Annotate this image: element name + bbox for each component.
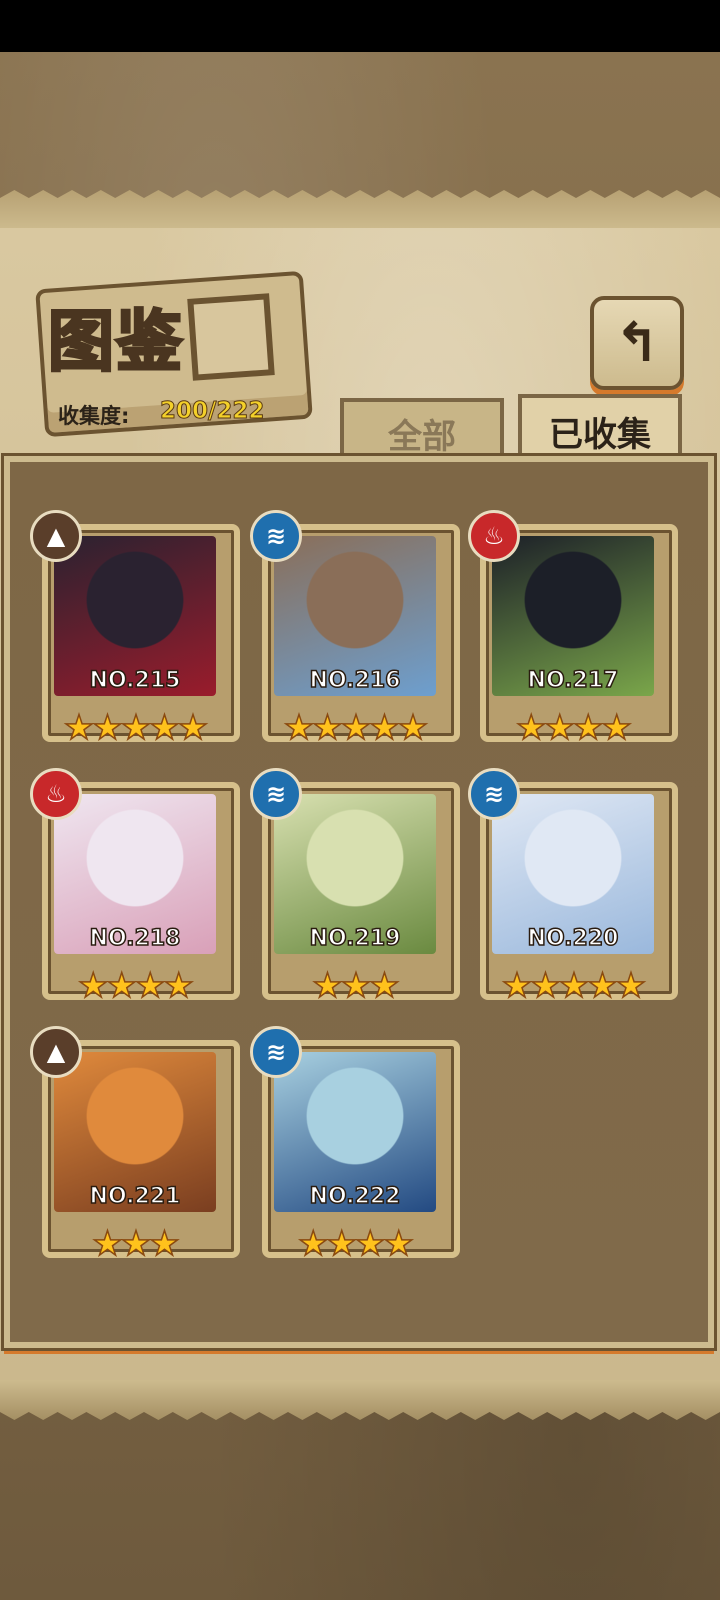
water-waves-icon: ≋	[250, 1026, 302, 1078]
card-number: NO.218	[89, 925, 181, 952]
tab-all[interactable]: 全部	[340, 398, 504, 464]
character-card[interactable]: NO.221 ★★★ ▲	[30, 1026, 240, 1272]
star-rating: ★★★★★	[501, 965, 647, 1007]
tab-collected[interactable]: 已收集	[518, 394, 682, 464]
mountain-icon: ▲	[30, 510, 82, 562]
card-number: NO.216	[309, 667, 401, 694]
page-title: 图鉴	[47, 301, 184, 382]
back-button[interactable]: ↰	[590, 296, 684, 390]
card-number: NO.221	[89, 1183, 181, 1210]
water-waves-icon: ≋	[250, 510, 302, 562]
parchment-edge-top	[0, 190, 720, 230]
star-rating: ★★★★	[77, 965, 194, 1007]
character-card[interactable]: NO.215 ★★★★★ ▲	[30, 510, 240, 756]
collection-progress: 200/222	[159, 398, 265, 425]
card-number: NO.220	[527, 925, 619, 952]
character-card[interactable]: NO.217 ★★★★ ♨	[468, 510, 678, 756]
flame-icon: ♨	[468, 510, 520, 562]
status-bar	[0, 0, 720, 52]
back-arrow-icon: ↰	[614, 311, 660, 374]
star-rating: ★★★	[312, 965, 401, 1007]
mountain-icon: ▲	[30, 1026, 82, 1078]
collection-label: 收集度:	[58, 404, 130, 428]
card-number: NO.219	[309, 925, 401, 952]
character-card[interactable]: NO.222 ★★★★ ≋	[250, 1026, 460, 1272]
character-card[interactable]: NO.220 ★★★★★ ≋	[468, 768, 678, 1014]
star-rating: ★★★	[92, 1223, 181, 1265]
character-card[interactable]: NO.216 ★★★★★ ≋	[250, 510, 460, 756]
star-rating: ★★★★	[297, 1223, 414, 1265]
parchment-edge-bottom	[0, 1380, 720, 1420]
star-rating: ★★★★	[515, 707, 632, 749]
star-rating: ★★★★★	[283, 707, 429, 749]
flame-icon: ♨	[30, 768, 82, 820]
character-card[interactable]: NO.219 ★★★ ≋	[250, 768, 460, 1014]
card-number: NO.222	[309, 1183, 401, 1210]
water-waves-icon: ≋	[250, 768, 302, 820]
card-number: NO.217	[527, 667, 619, 694]
star-rating: ★★★★★	[63, 707, 209, 749]
character-card[interactable]: NO.218 ★★★★ ♨	[30, 768, 240, 1014]
water-waves-icon: ≋	[468, 768, 520, 820]
card-number: NO.215	[89, 667, 181, 694]
